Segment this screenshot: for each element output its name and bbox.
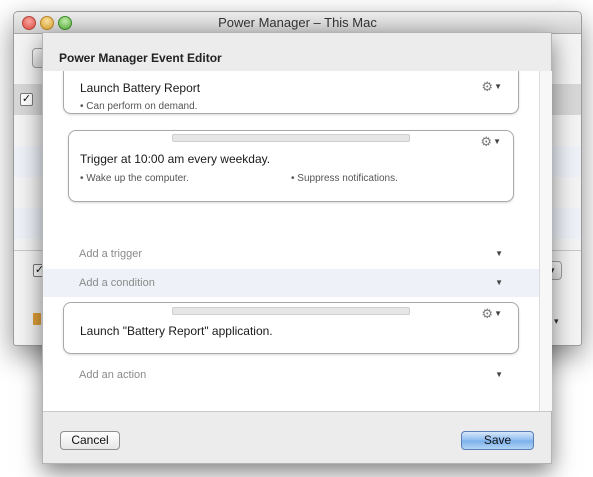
event-title: Launch Battery Report xyxy=(80,81,201,95)
trigger-note: • Wake up the computer. xyxy=(80,173,189,184)
trigger-card[interactable]: ⚙▼ Trigger at 10:00 am every weekday. • … xyxy=(68,130,514,202)
chevron-down-icon: ▼ xyxy=(493,137,501,146)
action-title: Launch "Battery Report" application. xyxy=(80,324,273,338)
gear-icon[interactable]: ⚙▼ xyxy=(480,135,501,148)
zoom-window-button[interactable] xyxy=(58,16,72,30)
drag-handle[interactable] xyxy=(172,307,410,315)
window-titlebar: Power Manager – This Mac xyxy=(14,12,581,34)
app-icon xyxy=(33,313,41,325)
close-window-button[interactable] xyxy=(22,16,36,30)
gear-icon[interactable]: ⚙▼ xyxy=(481,307,502,320)
trigger-note: • Suppress notifications. xyxy=(291,173,398,184)
chevron-down-icon[interactable]: ▼ xyxy=(495,269,503,297)
gear-icon[interactable]: ⚙▼ xyxy=(481,80,502,93)
save-button[interactable]: Save xyxy=(461,431,534,450)
trigger-title: Trigger at 10:00 am every weekday. xyxy=(80,152,271,166)
chevron-down-icon[interactable]: ▼ xyxy=(495,361,503,389)
vertical-scrollbar[interactable] xyxy=(539,71,552,411)
divider xyxy=(43,411,551,412)
event-note: • Can perform on demand. xyxy=(80,101,198,112)
chevron-down-icon[interactable]: ▼ xyxy=(495,240,503,268)
cancel-button[interactable]: Cancel xyxy=(60,431,120,450)
window-title: Power Manager – This Mac xyxy=(218,15,377,30)
action-card[interactable]: ⚙▼ Launch "Battery Report" application. xyxy=(63,302,519,354)
chevron-down-icon: ▼ xyxy=(494,82,502,91)
event-card[interactable]: Launch Battery Report • Can perform on d… xyxy=(63,71,519,114)
chevron-down-icon: ▼ xyxy=(494,309,502,318)
add-trigger-row[interactable]: Add a trigger ▼ xyxy=(43,240,539,268)
add-condition-row[interactable]: Add a condition ▼ xyxy=(43,269,539,297)
add-action-label: Add an action xyxy=(79,369,147,381)
add-condition-label: Add a condition xyxy=(79,277,155,289)
chevron-down-icon: ▾ xyxy=(554,316,559,326)
add-action-row[interactable]: Add an action ▼ xyxy=(43,361,539,389)
sheet-title: Power Manager Event Editor xyxy=(59,51,222,65)
enabled-checkbox[interactable]: ✓ xyxy=(20,93,33,106)
event-editor-sheet: Power Manager Event Editor Launch Batter… xyxy=(42,32,552,464)
drag-handle[interactable] xyxy=(172,134,410,142)
minimize-window-button[interactable] xyxy=(40,16,54,30)
add-trigger-label: Add a trigger xyxy=(79,248,142,260)
editor-content: Launch Battery Report • Can perform on d… xyxy=(43,71,539,411)
